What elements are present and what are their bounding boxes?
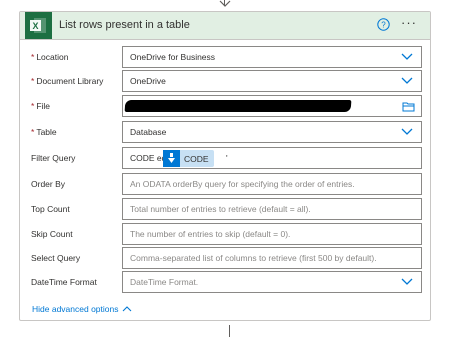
select-query-row: Select Query Comma-separated list of col… (20, 247, 430, 271)
chevron-up-icon[interactable] (122, 306, 132, 312)
skip-count-placeholder: The number of entries to skip (default =… (130, 229, 291, 239)
question-circle-icon[interactable]: ? (377, 18, 390, 31)
select-query-label: Select Query (31, 253, 81, 263)
orderby-input[interactable]: An ODATA orderBy query for specifying th… (122, 173, 422, 195)
datetime-placeholder: DateTime Format. (130, 277, 199, 287)
arrow-down-icon (219, 0, 231, 7)
required-marker: * (31, 101, 35, 111)
required-marker: * (31, 76, 35, 86)
excel-icon: X (25, 12, 52, 39)
chevron-down-icon (401, 128, 413, 135)
library-dropdown[interactable]: OneDrive (122, 70, 422, 92)
flow-connector-bottom (229, 325, 230, 337)
top-count-row: Top Count Total number of entries to ret… (20, 198, 430, 222)
redacted-file-path (124, 100, 352, 112)
orderby-placeholder: An ODATA orderBy query for specifying th… (130, 179, 355, 189)
card-title: List rows present in a table (59, 19, 190, 31)
datetime-dropdown[interactable]: DateTime Format. (122, 271, 422, 293)
dynamic-content-token[interactable]: CODE (163, 150, 214, 167)
chevron-down-icon (401, 278, 413, 285)
required-marker: * (31, 52, 35, 62)
skip-count-row: Skip Count The number of entries to skip… (20, 223, 430, 247)
chevron-down-icon (401, 53, 413, 60)
table-value: Database (130, 127, 167, 137)
orderby-label: Order By (31, 179, 66, 189)
skip-count-input[interactable]: The number of entries to skip (default =… (122, 223, 422, 245)
orderby-row: Order By An ODATA orderBy query for spec… (20, 173, 430, 197)
library-label: * Document Library (31, 76, 104, 86)
token-label: CODE (184, 153, 209, 164)
datetime-label: DateTime Format (31, 277, 97, 287)
required-marker: * (31, 127, 35, 137)
hide-advanced-options-link[interactable]: Hide advanced options (32, 304, 118, 314)
card-header[interactable]: X List rows present in a table ? ··· (20, 12, 430, 40)
file-row: * File (20, 95, 430, 119)
table-label: * Table (31, 127, 57, 137)
datetime-row: DateTime Format DateTime Format. (20, 271, 430, 295)
more-horizontal-icon[interactable]: ··· (401, 15, 417, 30)
file-input[interactable] (122, 95, 422, 117)
action-card: X List rows present in a table ? ··· * Lo… (19, 11, 431, 321)
top-count-placeholder: Total number of entries to retrieve (def… (130, 204, 311, 214)
location-label: * Location (31, 52, 69, 62)
table-row: * Table Database (20, 121, 430, 145)
location-value: OneDrive for Business (130, 52, 216, 62)
top-count-label: Top Count (31, 204, 70, 214)
filter-label: Filter Query (31, 153, 76, 163)
top-count-input[interactable]: Total number of entries to retrieve (def… (122, 198, 422, 220)
location-dropdown[interactable]: OneDrive for Business (122, 46, 422, 68)
svg-text:?: ? (381, 21, 386, 30)
skip-count-label: Skip Count (31, 229, 73, 239)
location-row: * Location OneDrive for Business (20, 46, 430, 70)
library-row: * Document Library OneDrive (20, 70, 430, 94)
filter-query-input[interactable]: CODE eq ' CODE ' (122, 147, 422, 169)
filter-row: Filter Query CODE eq ' CODE ' (20, 147, 430, 171)
library-value: OneDrive (130, 76, 166, 86)
chevron-down-icon (401, 77, 413, 84)
svg-text:X: X (32, 21, 38, 31)
select-query-placeholder: Comma-separated list of columns to retri… (130, 253, 377, 263)
folder-icon[interactable] (402, 101, 415, 112)
dynamic-content-icon (163, 150, 180, 167)
select-query-input[interactable]: Comma-separated list of columns to retri… (122, 247, 422, 269)
filter-suffix: ' (226, 153, 228, 163)
file-label: * File (31, 101, 51, 111)
table-dropdown[interactable]: Database (122, 121, 422, 143)
